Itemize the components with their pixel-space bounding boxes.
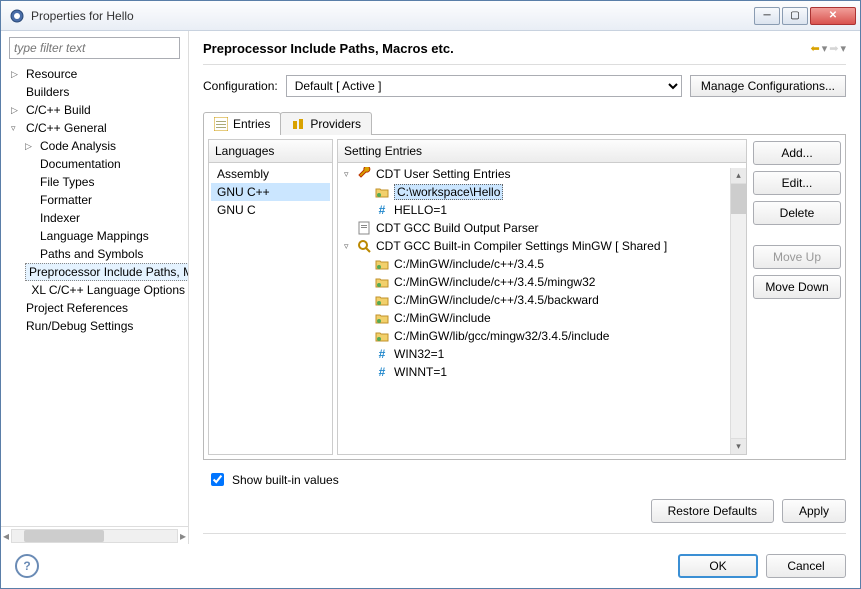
tree-item[interactable]: Builders bbox=[5, 83, 188, 101]
minimize-button[interactable]: ─ bbox=[754, 7, 780, 25]
providers-tab-icon bbox=[291, 117, 305, 131]
entry-row[interactable]: C:/MinGW/include/c++/3.4.5/mingw32 bbox=[338, 273, 746, 291]
tree-item[interactable]: File Types bbox=[5, 173, 188, 191]
close-button[interactable]: ✕ bbox=[810, 7, 856, 25]
back-icon[interactable]: ⬅ bbox=[811, 42, 820, 55]
nav-history: ⬅ ▾ ➡ ▾ bbox=[811, 42, 847, 55]
entry-row[interactable]: C:/MinGW/lib/gcc/mingw32/3.4.5/include bbox=[338, 327, 746, 345]
sidebar: ▷ResourceBuilders▷C/C++ Build▿C/C++ Gene… bbox=[1, 31, 189, 544]
entry-row[interactable]: #WINNT=1 bbox=[338, 363, 746, 381]
tree-item[interactable]: Language Mappings bbox=[5, 227, 188, 245]
tree-item[interactable]: ▷Code Analysis bbox=[5, 137, 188, 155]
add-button[interactable]: Add... bbox=[753, 141, 841, 165]
tree-item[interactable]: Project References bbox=[5, 299, 188, 317]
config-select[interactable]: Default [ Active ] bbox=[286, 75, 682, 97]
entry-row[interactable]: ▿CDT User Setting Entries bbox=[338, 165, 746, 183]
forward-menu-icon[interactable]: ▾ bbox=[840, 42, 846, 55]
tab-entries-label: Entries bbox=[233, 117, 270, 131]
tree-item[interactable]: Documentation bbox=[5, 155, 188, 173]
titlebar: Properties for Hello ─ ▢ ✕ bbox=[1, 1, 860, 31]
properties-dialog: Properties for Hello ─ ▢ ✕ ▷ResourceBuil… bbox=[0, 0, 861, 589]
config-label: Configuration: bbox=[203, 79, 278, 93]
languages-panel: Languages AssemblyGNU C++GNU C bbox=[208, 139, 333, 455]
search-icon bbox=[356, 239, 372, 253]
move-down-button[interactable]: Move Down bbox=[753, 275, 841, 299]
entry-row[interactable]: C:/MinGW/include bbox=[338, 309, 746, 327]
move-up-button[interactable]: Move Up bbox=[753, 245, 841, 269]
entry-row[interactable]: C:/MinGW/include/c++/3.4.5/backward bbox=[338, 291, 746, 309]
tree-item[interactable]: Run/Debug Settings bbox=[5, 317, 188, 335]
folder-icon bbox=[374, 311, 390, 325]
help-icon[interactable]: ? bbox=[15, 554, 39, 578]
doc-icon bbox=[356, 221, 372, 235]
manage-config-button[interactable]: Manage Configurations... bbox=[690, 75, 846, 97]
ok-button[interactable]: OK bbox=[678, 554, 758, 578]
entry-row[interactable]: CDT GCC Build Output Parser bbox=[338, 219, 746, 237]
filter-input[interactable] bbox=[9, 37, 180, 59]
tree-item[interactable]: XL C/C++ Language Options bbox=[5, 281, 188, 299]
tab-providers-label: Providers bbox=[310, 117, 361, 131]
back-menu-icon[interactable]: ▾ bbox=[822, 42, 828, 55]
tab-bar: Entries Providers bbox=[203, 111, 846, 135]
entries-tab-icon bbox=[214, 117, 228, 131]
entry-row[interactable]: C:\workspace\Hello bbox=[338, 183, 746, 201]
tree-item[interactable]: ▷C/C++ Build bbox=[5, 101, 188, 119]
entry-row[interactable]: C:/MinGW/include/c++/3.4.5 bbox=[338, 255, 746, 273]
cancel-button[interactable]: Cancel bbox=[766, 554, 846, 578]
folder-icon bbox=[374, 257, 390, 271]
delete-button[interactable]: Delete bbox=[753, 201, 841, 225]
apply-button[interactable]: Apply bbox=[782, 499, 846, 523]
hash-icon: # bbox=[374, 203, 390, 217]
entries-panel: Setting Entries ▿CDT User Setting Entrie… bbox=[337, 139, 747, 455]
wrench-icon bbox=[356, 167, 372, 181]
folder-icon bbox=[374, 185, 390, 199]
entry-row[interactable]: #HELLO=1 bbox=[338, 201, 746, 219]
languages-header: Languages bbox=[209, 140, 332, 163]
tab-providers[interactable]: Providers bbox=[280, 112, 372, 135]
folder-icon bbox=[374, 329, 390, 343]
edit-button[interactable]: Edit... bbox=[753, 171, 841, 195]
page-title: Preprocessor Include Paths, Macros etc. bbox=[203, 41, 454, 56]
sidebar-scrollbar[interactable]: ◂▸ bbox=[1, 526, 188, 544]
tree-item[interactable]: Paths and Symbols bbox=[5, 245, 188, 263]
folder-icon bbox=[374, 275, 390, 289]
hash-icon: # bbox=[374, 365, 390, 379]
folder-icon bbox=[374, 293, 390, 307]
entry-row[interactable]: #WIN32=1 bbox=[338, 345, 746, 363]
tab-entries[interactable]: Entries bbox=[203, 112, 281, 135]
hash-icon: # bbox=[374, 347, 390, 361]
tree-item[interactable]: ▿C/C++ General bbox=[5, 119, 188, 137]
entries-header: Setting Entries bbox=[338, 140, 746, 163]
window-title: Properties for Hello bbox=[31, 9, 754, 23]
show-builtin-label: Show built-in values bbox=[232, 473, 339, 487]
languages-list[interactable]: AssemblyGNU C++GNU C bbox=[209, 163, 332, 454]
tree-item[interactable]: ▷Resource bbox=[5, 65, 188, 83]
maximize-button[interactable]: ▢ bbox=[782, 7, 808, 25]
language-item[interactable]: GNU C++ bbox=[211, 183, 330, 201]
nav-tree[interactable]: ▷ResourceBuilders▷C/C++ Build▿C/C++ Gene… bbox=[1, 65, 188, 526]
tree-item[interactable]: Indexer bbox=[5, 209, 188, 227]
entries-tree[interactable]: ▿CDT User Setting EntriesC:\workspace\He… bbox=[338, 163, 746, 454]
restore-defaults-button[interactable]: Restore Defaults bbox=[651, 499, 774, 523]
language-item[interactable]: Assembly bbox=[211, 165, 330, 183]
tree-item[interactable]: Formatter bbox=[5, 191, 188, 209]
language-item[interactable]: GNU C bbox=[211, 201, 330, 219]
show-builtin-checkbox[interactable] bbox=[211, 473, 224, 486]
app-icon bbox=[9, 8, 25, 24]
tree-item[interactable]: Preprocessor Include Paths, Macros etc. bbox=[5, 263, 188, 281]
entries-scrollbar[interactable]: ▴▾ bbox=[730, 168, 746, 454]
forward-icon[interactable]: ➡ bbox=[829, 42, 838, 55]
entry-row[interactable]: ▿CDT GCC Built-in Compiler Settings MinG… bbox=[338, 237, 746, 255]
